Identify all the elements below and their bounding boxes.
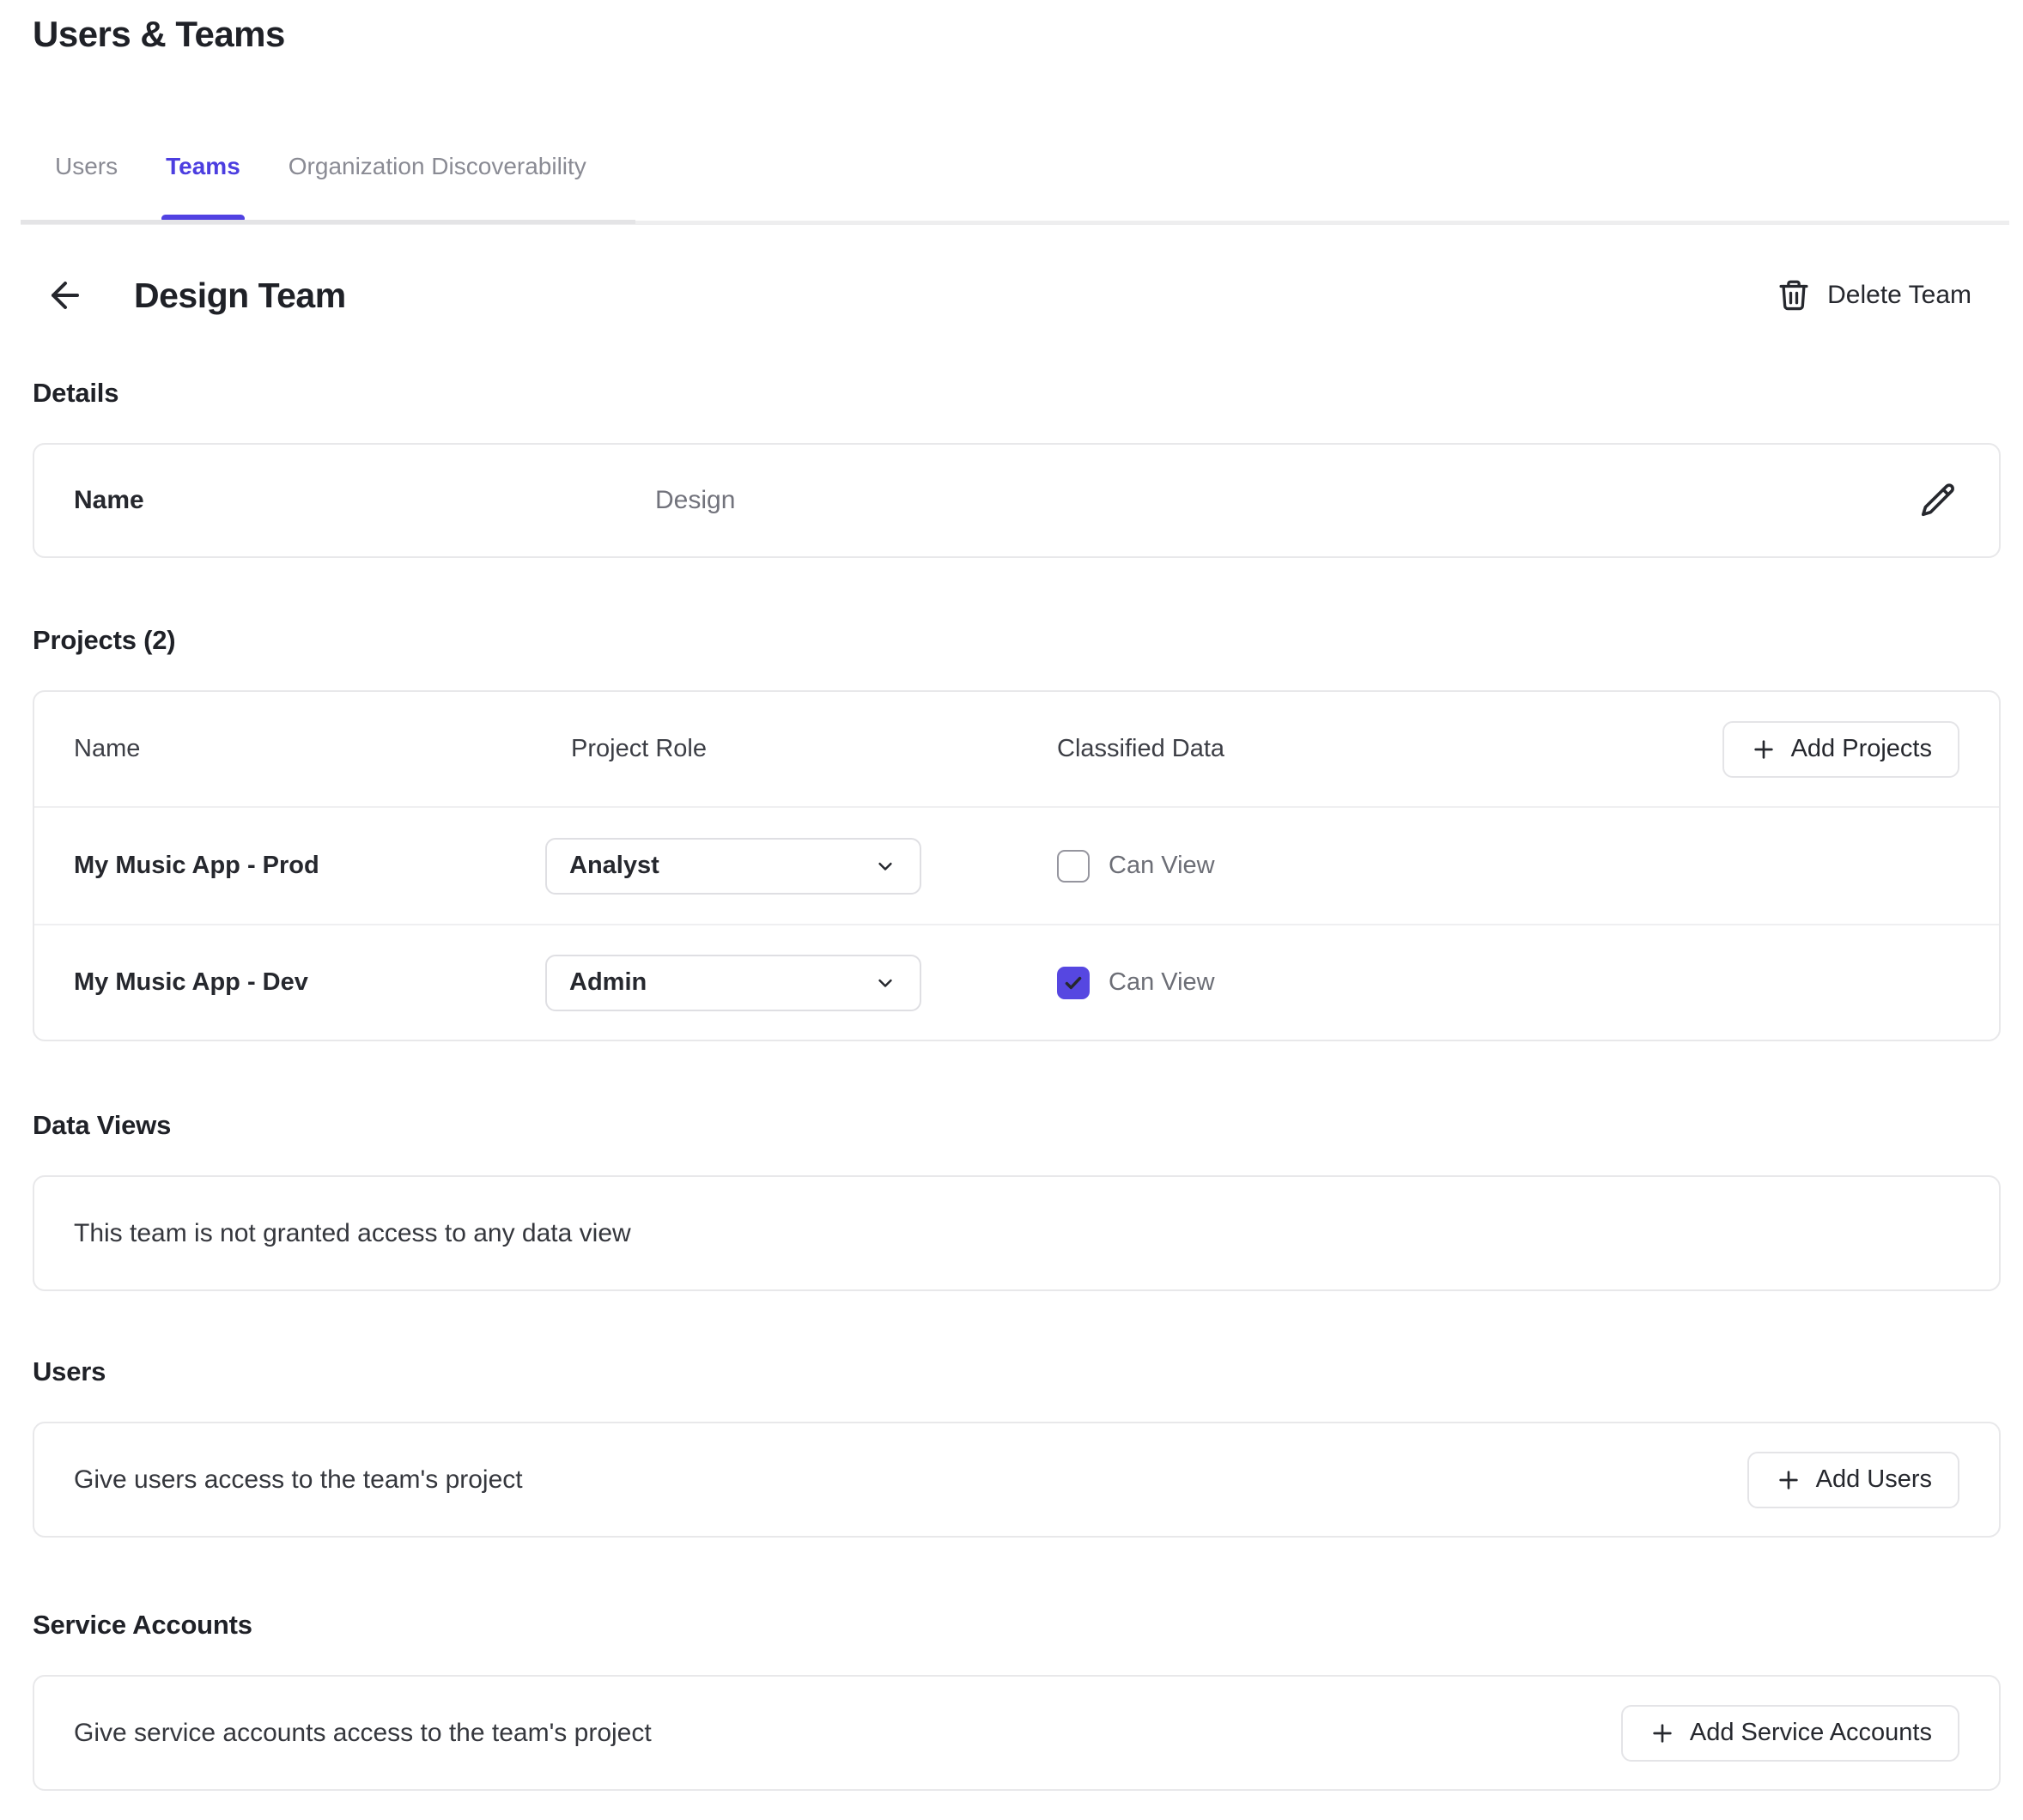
can-view-label: Can View: [1109, 968, 1215, 997]
can-view-checkbox[interactable]: [1057, 850, 1090, 883]
data-views-heading: Data Views: [33, 1110, 2023, 1141]
team-header: Design Team Delete Team: [43, 273, 1971, 318]
details-heading: Details: [33, 378, 2023, 409]
column-header-project-role: Project Role: [545, 735, 1057, 763]
users-teams-page: Users & Teams Users Teams Organization D…: [0, 14, 2023, 1820]
project-role-select[interactable]: Analyst: [545, 838, 921, 895]
project-name: My Music App - Dev: [74, 968, 545, 997]
project-role-value: Analyst: [569, 852, 659, 880]
service-accounts-message: Give service accounts access to the team…: [74, 1719, 652, 1748]
page-title: Users & Teams: [33, 14, 2023, 55]
plus-icon: [1750, 736, 1777, 763]
pencil-icon: [1918, 481, 1958, 520]
users-heading: Users: [33, 1356, 2023, 1387]
project-name: My Music App - Prod: [74, 852, 545, 880]
users-message: Give users access to the team's project: [74, 1465, 523, 1495]
service-accounts-heading: Service Accounts: [33, 1610, 2023, 1641]
data-views-card: This team is not granted access to any d…: [33, 1175, 2001, 1291]
check-icon: [1062, 972, 1084, 994]
name-value: Design: [655, 486, 735, 515]
team-title: Design Team: [134, 276, 346, 316]
trash-icon: [1776, 277, 1812, 313]
data-views-empty-message: This team is not granted access to any d…: [74, 1219, 631, 1248]
column-header-name: Name: [74, 735, 545, 763]
add-service-accounts-button[interactable]: Add Service Accounts: [1621, 1705, 1959, 1762]
add-service-accounts-label: Add Service Accounts: [1690, 1719, 1932, 1747]
can-view-checkbox[interactable]: [1057, 967, 1090, 999]
plus-icon: [1649, 1720, 1676, 1747]
edit-name-button[interactable]: [1917, 479, 1959, 522]
tab-organization-discoverability[interactable]: Organization Discoverability: [289, 148, 586, 225]
can-view-label: Can View: [1109, 852, 1215, 880]
tab-teams[interactable]: Teams: [166, 148, 240, 225]
chevron-down-icon: [873, 971, 897, 995]
projects-heading: Projects (2): [33, 625, 2023, 656]
projects-header-row: Name Project Role Classified Data Add Pr…: [34, 692, 1999, 808]
name-label: Name: [74, 486, 655, 515]
add-users-label: Add Users: [1816, 1465, 1932, 1494]
projects-table: Name Project Role Classified Data Add Pr…: [33, 690, 2001, 1041]
chevron-down-icon: [873, 854, 897, 878]
details-card: Name Design: [33, 443, 2001, 558]
project-row: My Music App - Dev Admin Ca: [34, 924, 1999, 1040]
tabs-divider-segment: [21, 220, 635, 224]
arrow-left-icon: [45, 275, 86, 316]
tab-users[interactable]: Users: [55, 148, 118, 225]
users-card: Give users access to the team's project …: [33, 1422, 2001, 1538]
service-accounts-card: Give service accounts access to the team…: [33, 1675, 2001, 1791]
back-button[interactable]: [43, 273, 88, 318]
tab-bar: Users Teams Organization Discoverability: [0, 148, 2023, 225]
plus-icon: [1775, 1466, 1802, 1494]
project-row: My Music App - Prod Analyst: [34, 808, 1999, 924]
column-header-classified-data: Classified Data: [1057, 735, 1722, 763]
project-role-select[interactable]: Admin: [545, 955, 921, 1011]
add-projects-label: Add Projects: [1791, 735, 1932, 763]
add-projects-button[interactable]: Add Projects: [1722, 721, 1959, 778]
project-role-value: Admin: [569, 968, 647, 997]
delete-team-label: Delete Team: [1827, 281, 1971, 310]
delete-team-button[interactable]: Delete Team: [1776, 277, 1971, 313]
add-users-button[interactable]: Add Users: [1747, 1452, 1959, 1508]
